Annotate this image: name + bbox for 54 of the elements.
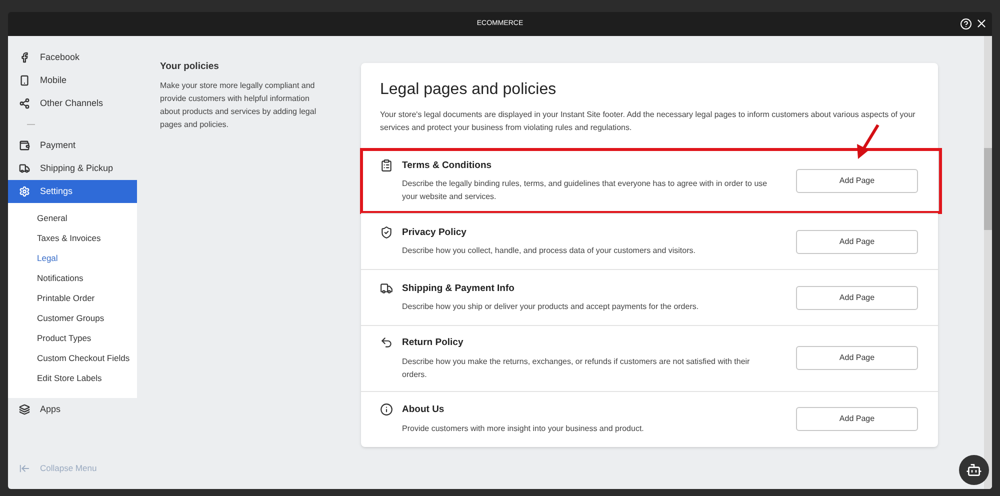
settings-icon (19, 186, 30, 197)
annotation-arrow (856, 124, 880, 160)
policy-title: About Us (402, 403, 446, 418)
truck-icon (380, 282, 393, 296)
add-page-button[interactable]: Add Page (796, 346, 918, 370)
sidebar-item[interactable]: Settings (8, 180, 137, 203)
add-page-button[interactable]: Add Page (796, 286, 918, 310)
policy-description: Describe how you make the returns, exchanges, or refunds if customers are not satisfied with their orders. (402, 356, 751, 380)
sidebar-item[interactable]: Facebook (8, 46, 137, 69)
submenu-item[interactable]: Legal (8, 248, 137, 268)
policy-description: Describe the legally binding rules, terms, and guidelines that everyone has to agree with in order to use your website and services. (402, 178, 768, 204)
submenu-item[interactable]: Taxes & Invoices (8, 228, 137, 248)
info-icon (380, 403, 393, 416)
submenu-item[interactable]: Product Types (8, 328, 137, 348)
policy-description: Describe how you collect, handle, and process data of your customers and visitors. (402, 245, 696, 258)
add-page-button[interactable]: Add Page (796, 407, 918, 431)
sidebar-item[interactable]: Mobile (8, 69, 137, 92)
submenu-item[interactable]: Printable Order (8, 288, 137, 308)
help-icon[interactable] (960, 18, 972, 30)
submenu-item[interactable]: Customer Groups (8, 308, 137, 328)
submenu-item[interactable]: General (8, 208, 137, 228)
clipboard-icon (380, 159, 393, 172)
truck-icon (19, 163, 30, 174)
sidebar-item[interactable]: Other Channels (8, 92, 137, 115)
card-description: Your store's legal documents are displayed in your Instant Site footer. Add the necessary legal pages to inform customers about various aspects of your services and protect your business from violating rules and regulations. (380, 109, 916, 134)
wallet-icon (19, 140, 30, 151)
add-page-button[interactable]: Add Page (796, 230, 918, 254)
facebook-icon (19, 52, 30, 63)
policy-title: Terms & Conditions (402, 159, 493, 173)
policy-description: Describe how you ship or deliver your products and accept payments for the orders. (402, 301, 699, 314)
policy-title: Return Policy (402, 336, 464, 350)
chat-bubble-button[interactable] (959, 455, 989, 485)
add-page-button[interactable]: Add Page (796, 169, 918, 194)
scrollbar[interactable] (984, 36, 992, 489)
collapse-icon (19, 463, 30, 474)
sidebar-item[interactable]: Payment (8, 134, 137, 157)
policy-title: Shipping & Payment Info (402, 282, 516, 296)
phone-icon (19, 75, 30, 86)
policy-description: Provide customers with more insight into your business and product. (402, 422, 644, 435)
section-description: Make your store more legally compliant and provide customers with helpful information about products and services by adding legal pages and policies. (160, 80, 318, 132)
card-title: Legal pages and policies (380, 80, 558, 100)
layers-icon (19, 404, 30, 415)
close-icon[interactable] (975, 17, 988, 30)
submenu-item[interactable]: Edit Store Labels (8, 368, 137, 388)
sidebar-item[interactable]: Shipping & Pickup (8, 157, 137, 180)
robot-icon (966, 462, 982, 478)
shield-check-icon (380, 226, 393, 240)
undo-icon (380, 336, 393, 350)
submenu-item[interactable]: Notifications (8, 268, 137, 288)
policy-title: Privacy Policy (402, 226, 468, 240)
network-icon (19, 98, 30, 109)
submenu-item[interactable]: Custom Checkout Fields (8, 348, 137, 368)
sidebar-item[interactable]: Apps (8, 398, 137, 421)
section-title: Your policies (160, 60, 220, 74)
